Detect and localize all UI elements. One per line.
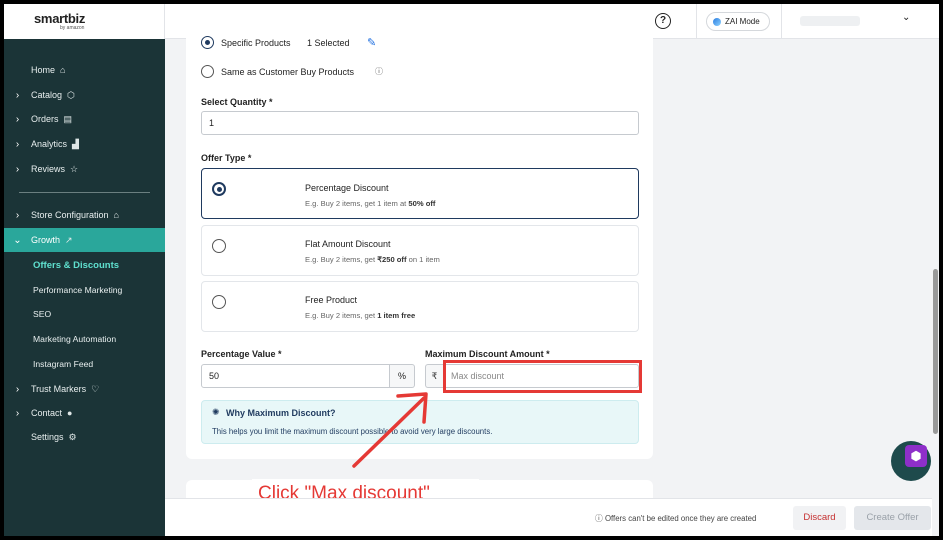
app-window: smartbiz by amazon Home ⌂ › Catalog ⬡ › … <box>4 4 939 536</box>
quantity-input[interactable]: 1 <box>201 111 639 135</box>
click-target-highlight <box>443 360 642 393</box>
chevron-right-icon: › <box>15 209 20 221</box>
gear-icon: ⚙ <box>68 431 77 442</box>
max-discount-label: Maximum Discount Amount * <box>425 349 550 359</box>
zai-icon <box>713 17 721 26</box>
zai-mode-button[interactable]: ZAI Mode <box>706 12 770 31</box>
assistant-icon: ⬢ <box>905 445 927 467</box>
info-icon[interactable]: ⓘ <box>375 66 383 77</box>
sidebar-item-label: Settings <box>31 432 64 442</box>
sidebar-item-label: Reviews <box>31 164 66 174</box>
cube-icon: ⬡ <box>67 89 75 100</box>
sidebar-item-label: Growth <box>31 235 61 245</box>
chevron-right-icon: › <box>15 138 20 150</box>
help-icon[interactable]: ? <box>655 13 671 29</box>
option-description: E.g. Buy 2 items, get ₹250 off on 1 item <box>305 255 440 264</box>
percentage-discount-radio[interactable] <box>212 182 226 196</box>
sidebar-item-catalog[interactable]: › Catalog ⬡ <box>4 83 165 107</box>
sidebar-item-label: Store Configuration <box>31 210 109 220</box>
store-icon: ⌂ <box>113 210 119 220</box>
option-free-product[interactable]: Free Product E.g. Buy 2 items, get 1 ite… <box>201 281 639 332</box>
info-title: Why Maximum Discount? <box>226 408 336 418</box>
option-percentage-discount[interactable]: Percentage Discount E.g. Buy 2 items, ge… <box>201 168 639 219</box>
chevron-right-icon: › <box>15 383 20 395</box>
info-icon: ⓘ <box>595 514 605 523</box>
logo-subtitle: by amazon <box>60 25 85 31</box>
footer-note: ⓘ Offers can't be edited once they are c… <box>595 514 757 523</box>
star-icon: ☆ <box>70 163 79 174</box>
zai-mode-label: ZAI Mode <box>725 17 760 26</box>
sidebar-item-orders[interactable]: › Orders ▤ <box>4 107 165 131</box>
sidebar-subitem-offers-discounts[interactable]: Offers & Discounts <box>33 260 119 271</box>
option-description: E.g. Buy 2 items, get 1 item free <box>305 311 416 320</box>
option-flat-amount-discount[interactable]: Flat Amount Discount E.g. Buy 2 items, g… <box>201 225 639 276</box>
chevron-down-icon: ⌄ <box>13 234 22 246</box>
sidebar-item-contact[interactable]: › Contact ● <box>4 401 165 425</box>
sidebar-subitem-performance-marketing[interactable]: Performance Marketing <box>33 285 122 295</box>
sidebar-item-settings[interactable]: Settings ⚙ <box>4 425 165 449</box>
same-as-customer-label: Same as Customer Buy Products <box>221 67 355 77</box>
sidebar-subitem-instagram-feed[interactable]: Instagram Feed <box>33 359 93 369</box>
free-product-radio[interactable] <box>212 295 226 309</box>
sidebar-item-store-configuration[interactable]: › Store Configuration ⌂ <box>4 203 165 227</box>
option-description: E.g. Buy 2 items, get 1 item at 50% off <box>305 199 436 208</box>
sidebar-divider <box>19 192 150 193</box>
option-title: Free Product <box>305 295 358 305</box>
receipt-icon: ▤ <box>63 113 73 124</box>
sidebar-item-growth[interactable]: ⌄ Growth ↗ <box>4 228 165 252</box>
discard-button[interactable]: Discard <box>793 506 846 530</box>
option-title: Percentage Discount <box>305 183 389 193</box>
quantity-label: Select Quantity * <box>201 97 273 107</box>
footer-bar: ⓘ Offers can't be edited once they are c… <box>165 498 939 536</box>
sidebar-item-label: Home <box>31 65 56 75</box>
option-title: Flat Amount Discount <box>305 239 391 249</box>
flat-amount-radio[interactable] <box>212 239 226 253</box>
chevron-right-icon: › <box>15 407 20 419</box>
chat-icon: ● <box>67 408 73 418</box>
annotation-arrow <box>352 392 428 468</box>
sidebar: smartbiz by amazon Home ⌂ › Catalog ⬡ › … <box>4 4 165 536</box>
sidebar-subitem-seo[interactable]: SEO <box>33 309 51 319</box>
sidebar-item-trust-markers[interactable]: › Trust Markers ♡ <box>4 377 165 401</box>
home-icon: ⌂ <box>60 65 66 75</box>
sidebar-item-home[interactable]: Home ⌂ <box>4 58 165 82</box>
offer-type-label: Offer Type * <box>201 153 252 163</box>
scrollbar-thumb[interactable] <box>933 269 938 434</box>
account-name[interactable] <box>800 16 860 26</box>
same-as-customer-radio[interactable] <box>201 65 214 78</box>
sidebar-item-label: Analytics <box>31 139 68 149</box>
lightbulb-icon: ✺ <box>212 407 220 417</box>
sidebar-item-reviews[interactable]: › Reviews ☆ <box>4 157 165 181</box>
chevron-right-icon: › <box>15 89 20 101</box>
assistant-floating-button[interactable]: ⬢ <box>891 441 931 481</box>
percentage-value-label: Percentage Value * <box>201 349 282 359</box>
sidebar-subitem-marketing-automation[interactable]: Marketing Automation <box>33 334 116 344</box>
header-divider <box>696 4 697 39</box>
chart-icon: ▟ <box>72 138 79 149</box>
edit-icon[interactable]: ✎ <box>367 36 376 49</box>
sidebar-item-analytics[interactable]: › Analytics ▟ <box>4 132 165 156</box>
sidebar-item-label: Catalog <box>31 90 63 100</box>
chevron-right-icon: › <box>15 163 20 175</box>
chevron-down-icon[interactable]: ⌄ <box>902 12 910 23</box>
trend-up-icon: ↗ <box>65 234 73 245</box>
sidebar-item-label: Contact <box>31 408 63 418</box>
header-divider <box>781 4 782 39</box>
shield-check-icon: ♡ <box>91 383 100 394</box>
specific-products-radio[interactable] <box>201 36 214 49</box>
selected-count: 1 Selected <box>307 38 350 48</box>
logo: smartbiz <box>34 11 86 26</box>
sidebar-item-label: Orders <box>31 114 59 124</box>
logo-area[interactable]: smartbiz by amazon <box>4 4 165 39</box>
create-offer-button[interactable]: Create Offer <box>854 506 931 530</box>
chevron-right-icon: › <box>15 113 20 125</box>
sidebar-item-label: Trust Markers <box>31 384 87 394</box>
specific-products-label: Specific Products <box>221 38 291 48</box>
